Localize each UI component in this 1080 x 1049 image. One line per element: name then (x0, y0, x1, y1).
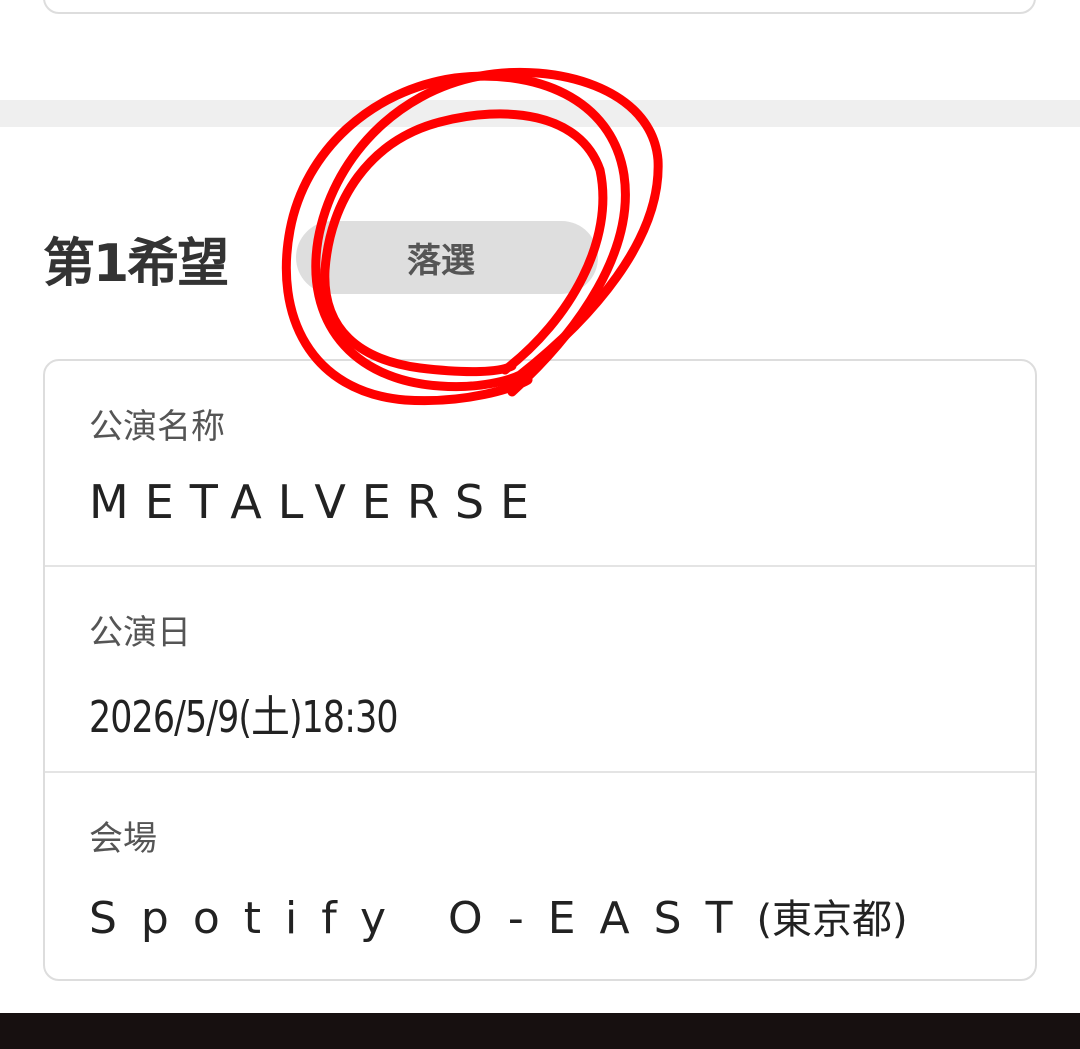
previous-card-bottom (43, 0, 1036, 14)
section-divider (0, 100, 1080, 127)
bottom-navigation-bar (0, 1013, 1080, 1049)
choice-title: 第1希望 (43, 233, 229, 294)
venue-row: 会場 Spotify O-EAST(東京都) (45, 773, 1035, 979)
performance-date-label: 公演日 (89, 613, 191, 653)
venue-label: 会場 (89, 819, 157, 859)
venue-name: Spotify O-EAST (89, 893, 757, 944)
performance-date-value: 2026/5/9(土)18:30 (89, 692, 399, 743)
venue-prefecture: (東京都) (756, 897, 908, 943)
venue-value: Spotify O-EAST(東京都) (89, 887, 908, 945)
performance-date-row: 公演日 2026/5/9(土)18:30 (45, 567, 1035, 773)
performance-name-value: METALVERSE (89, 475, 546, 529)
performance-name-row: 公演名称 METALVERSE (45, 361, 1035, 567)
performance-info-card: 公演名称 METALVERSE 公演日 2026/5/9(土)18:30 会場 … (43, 359, 1037, 981)
performance-name-label: 公演名称 (89, 407, 225, 447)
choice-heading: 第1希望 (43, 222, 229, 294)
status-badge: 落選 (296, 221, 598, 294)
